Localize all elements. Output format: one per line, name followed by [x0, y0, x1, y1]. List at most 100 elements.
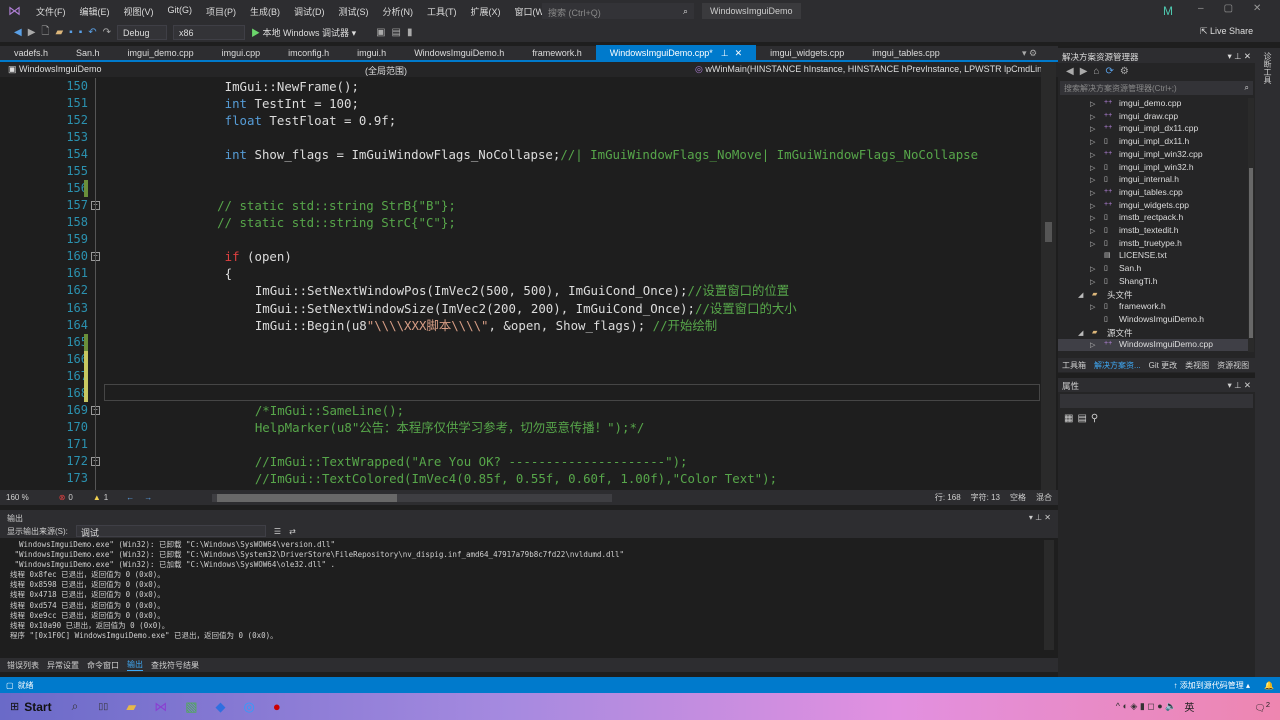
bookmark-icon[interactable]: ▮: [407, 27, 413, 38]
whitespace-mode[interactable]: 空格: [1010, 492, 1026, 503]
tree-item[interactable]: ▷ ++ imgui_impl_dx11.cpp: [1058, 123, 1248, 135]
menu-item[interactable]: 调试(D): [287, 5, 332, 18]
back-icon[interactable]: ◀: [14, 27, 22, 38]
menu-item[interactable]: Git(G): [161, 5, 200, 18]
code-editor[interactable]: ImGui::NewFrame(); int TestInt = 100; floa…: [105, 78, 1040, 490]
menu-item[interactable]: 扩展(X): [464, 5, 508, 18]
expand-arrow-icon[interactable]: ▷: [1090, 151, 1095, 159]
menu-item[interactable]: 测试(S): [332, 5, 376, 18]
tree-item[interactable]: ▷ ▯ ShangTi.h: [1058, 276, 1248, 288]
maximize-button[interactable]: ▢: [1224, 3, 1233, 14]
notepad-icon[interactable]: ▧: [185, 699, 197, 715]
output-text[interactable]: WindowsImguiDemo.exe" (Win32): 已卸载 "C:\W…: [0, 538, 1058, 643]
tab-item[interactable]: San.h: [62, 45, 114, 61]
expand-arrow-icon[interactable]: ▷: [1090, 113, 1095, 121]
open-folder-icon[interactable]: ▰: [55, 27, 63, 38]
tab-item[interactable]: framework.h: [518, 45, 596, 61]
bottom-tab[interactable]: 输出: [127, 659, 143, 671]
windows-logo-icon[interactable]: ⊞: [10, 700, 19, 713]
tab-item[interactable]: vadefs.h: [0, 45, 62, 61]
expand-arrow-icon[interactable]: ▷: [1090, 278, 1095, 286]
save-all-icon[interactable]: ▪: [79, 27, 83, 38]
expand-arrow-icon[interactable]: ▷: [1090, 265, 1095, 273]
tree-item[interactable]: ▷ ++ imgui_impl_win32.cpp: [1058, 149, 1248, 161]
account-avatar[interactable]: M: [1163, 4, 1173, 18]
close-button[interactable]: ✕: [1253, 3, 1261, 14]
app-icon[interactable]: ◎: [244, 699, 255, 715]
tree-item[interactable]: ▷ ▯ imstb_textedit.h: [1058, 225, 1248, 237]
tree-item[interactable]: ▤ LICENSE.txt: [1058, 250, 1248, 262]
tab-item[interactable]: WindowsImguiDemo.cpp* ⊥ ✕: [595, 45, 757, 61]
platform-select[interactable]: x86: [173, 24, 246, 40]
tab-item[interactable]: imgui.cpp: [208, 45, 275, 61]
expand-arrow-icon[interactable]: ◢: [1078, 329, 1083, 337]
notification-center[interactable]: 🗨2: [1254, 700, 1270, 714]
notifications-icon[interactable]: 🔔: [1264, 681, 1274, 690]
tree-scrollbar[interactable]: [1248, 98, 1254, 352]
member-dropdown[interactable]: ◎ wWinMain(HINSTANCE hInstance, HINSTANC…: [695, 64, 1050, 75]
app-icon[interactable]: ◆: [216, 699, 226, 715]
tree-item[interactable]: ▷ ▯ imstb_truetype.h: [1058, 238, 1248, 250]
ime-indicator[interactable]: 英: [1184, 699, 1194, 714]
sync-icon[interactable]: ⟳: [1105, 66, 1119, 77]
expand-arrow-icon[interactable]: ▷: [1090, 341, 1095, 349]
tree-item[interactable]: ▷ ++ imgui_draw.cpp: [1058, 111, 1248, 123]
solution-panel-tab[interactable]: 解决方案资...: [1094, 360, 1141, 371]
forward-icon[interactable]: ▶: [28, 27, 36, 38]
editor-vertical-scrollbar[interactable]: [1041, 62, 1056, 490]
solution-panel-tab[interactable]: 工具箱: [1062, 360, 1086, 371]
expand-arrow-icon[interactable]: ▷: [1090, 164, 1095, 172]
start-button[interactable]: Start: [24, 700, 51, 714]
undo-icon[interactable]: ↶: [88, 27, 96, 38]
tab-item[interactable]: imconfig.h: [274, 45, 343, 61]
app-icon[interactable]: ●: [273, 699, 281, 714]
panel-pin-close-icon[interactable]: ▾ ⊥ ✕: [1227, 51, 1251, 62]
tree-item[interactable]: ▷ ▯ imgui_impl_win32.h: [1058, 162, 1248, 174]
warning-count[interactable]: 1: [104, 493, 108, 502]
output-pin-close-icon[interactable]: ▾ ⊥ ✕: [1029, 513, 1051, 522]
tab-item[interactable]: imgui_widgets.cpp: [756, 45, 858, 61]
menu-item[interactable]: 文件(F): [29, 5, 73, 18]
redo-icon[interactable]: ↷: [103, 27, 111, 38]
menu-item[interactable]: 编辑(E): [73, 5, 117, 18]
tab-item[interactable]: imgui_demo.cpp: [114, 45, 208, 61]
tree-item[interactable]: ▷ ++ imgui_widgets.cpp: [1058, 200, 1248, 212]
line-ending-mode[interactable]: 混合: [1036, 492, 1052, 503]
tab-item[interactable]: imgui_tables.cpp: [858, 45, 954, 61]
word-wrap-icon[interactable]: ⇄: [289, 527, 296, 536]
error-count[interactable]: 0: [68, 493, 72, 502]
menu-item[interactable]: 分析(N): [376, 5, 421, 18]
nav-back-icon[interactable]: ←: [126, 493, 134, 502]
solution-toolbar[interactable]: ◀▶⌂⟳⚙: [1058, 63, 1255, 81]
solution-panel-tab[interactable]: 类视图: [1185, 360, 1209, 371]
solution-panel-tab[interactable]: Git 更改: [1149, 360, 1177, 371]
menu-item[interactable]: 工具(T): [420, 5, 464, 18]
expand-arrow-icon[interactable]: ▷: [1090, 240, 1095, 248]
menu-item[interactable]: 生成(B): [243, 5, 287, 18]
tree-item[interactable]: ▷ ▯ San.h: [1058, 263, 1248, 275]
expand-arrow-icon[interactable]: ▷: [1090, 189, 1095, 197]
expand-arrow-icon[interactable]: ◢: [1078, 291, 1083, 299]
tray-icons[interactable]: ^ ◐ ◈ ▮ ◻ ● 🔈: [1116, 701, 1177, 712]
horizontal-scrollbar[interactable]: [212, 493, 613, 502]
tree-item[interactable]: ▯ WindowsImguiDemo.h: [1058, 314, 1248, 326]
tree-item[interactable]: ◢ ▰ 头文件: [1058, 289, 1248, 301]
diagnostic-tools-tab[interactable]: 诊断工具: [1255, 48, 1280, 88]
nav-forward-icon[interactable]: →: [144, 493, 152, 502]
properties-toolbar[interactable]: ▦▤⚲: [1058, 410, 1255, 427]
clear-all-icon[interactable]: ☰: [274, 527, 281, 536]
config-select[interactable]: Debug: [117, 24, 168, 40]
file-explorer-icon[interactable]: ▰: [126, 699, 136, 715]
tree-item[interactable]: ▷ ▯ imgui_impl_dx11.h: [1058, 136, 1248, 148]
expand-arrow-icon[interactable]: ▷: [1090, 100, 1095, 108]
zoom-level[interactable]: 160 %: [6, 493, 29, 502]
run-button[interactable]: ▶ 本地 Windows 调试器 ▾: [251, 26, 356, 39]
minimize-button[interactable]: –: [1198, 3, 1204, 14]
bottom-tab[interactable]: 异常设置: [47, 660, 79, 671]
properties-object-select[interactable]: [1060, 394, 1253, 408]
home-icon[interactable]: ⌂: [1093, 66, 1105, 77]
expand-arrow-icon[interactable]: ▷: [1090, 125, 1095, 133]
bottom-tab[interactable]: 查找符号结果: [151, 660, 199, 671]
tree-item[interactable]: ◢ ▰ 源文件: [1058, 327, 1248, 339]
expand-arrow-icon[interactable]: ▷: [1090, 303, 1095, 311]
